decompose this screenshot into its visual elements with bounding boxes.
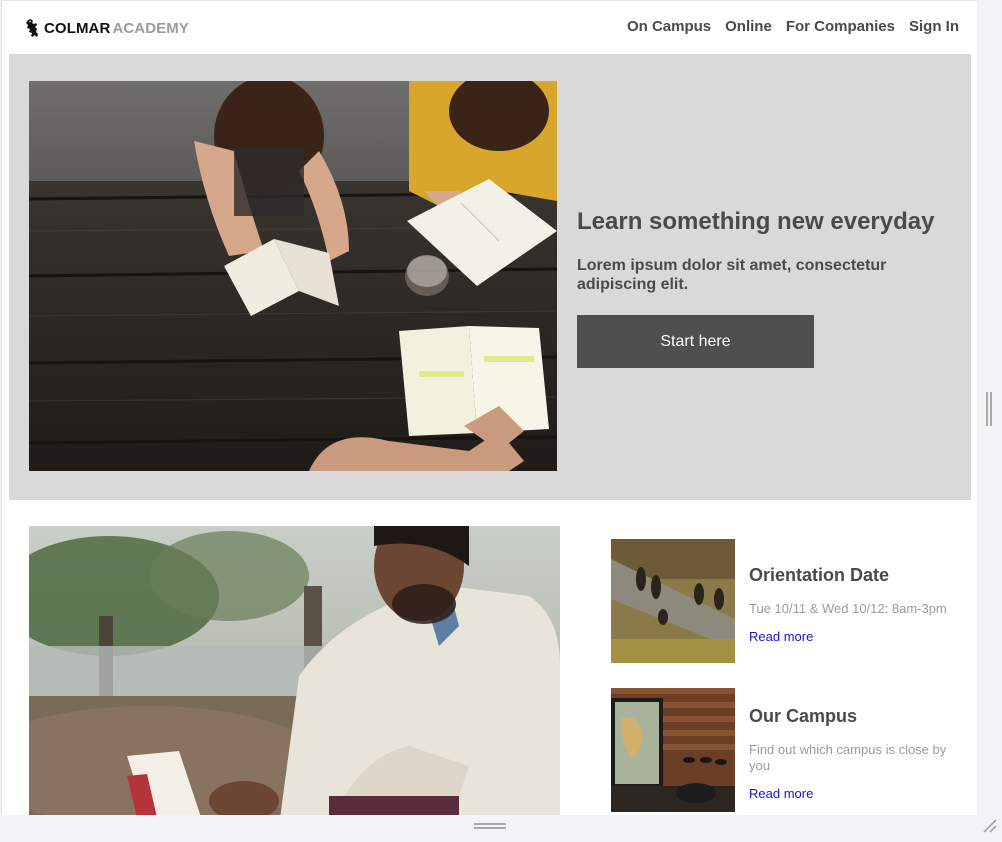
logo-text-secondary: ACADEMY [112, 19, 189, 37]
page-viewport: COLMAR ACADEMY On Campus Online For Compa… [1, 0, 977, 815]
campus-interior-photo [611, 688, 735, 812]
people-walking-photo [611, 539, 735, 663]
campus-card: Our Campus Find out which campus is clos… [611, 688, 951, 812]
hero-title: Learn something new everyday [577, 208, 935, 235]
resize-grip-icon[interactable] [982, 818, 998, 834]
orientation-read-more-link[interactable]: Read more [749, 629, 813, 644]
orientation-card-description: Tue 10/11 & Wed 10/12: 8am-3pm [749, 601, 947, 616]
site-logo[interactable]: COLMAR ACADEMY [24, 17, 189, 39]
man-reading-photo [29, 526, 560, 815]
orientation-card-body: Orientation Date Tue 10/11 & Wed 10/12: … [749, 539, 959, 646]
nav-link-sign-in[interactable]: Sign In [909, 18, 959, 35]
hero-text-block: Learn something new everyday Lorem ipsum… [577, 208, 957, 295]
hero-subtitle: Lorem ipsum dolor sit amet, consectetur … [577, 256, 887, 294]
campus-card-title: Our Campus [749, 706, 858, 726]
campus-read-more-link[interactable]: Read more [749, 786, 813, 801]
nav-link-online[interactable]: Online [725, 18, 772, 35]
orientation-card-title: Orientation Date [749, 565, 890, 585]
campus-card-description: Find out which campus is close by you [749, 742, 947, 774]
hero-image [29, 81, 557, 471]
logo-text-primary: COLMAR [44, 19, 111, 37]
nav-link-for-companies[interactable]: For Companies [786, 18, 895, 35]
students-studying-photo [29, 81, 557, 471]
start-here-button[interactable]: Start here [577, 315, 814, 368]
nav-link-on-campus[interactable]: On Campus [627, 18, 711, 35]
orientation-card: Orientation Date Tue 10/11 & Wed 10/12: … [611, 539, 951, 663]
horizontal-scrollbar-handle[interactable] [474, 823, 506, 831]
site-header: COLMAR ACADEMY On Campus Online For Compa… [2, 1, 977, 55]
vertical-scrollbar-handle[interactable] [985, 392, 993, 426]
orientation-card-image [611, 539, 735, 663]
campus-card-body: Our Campus Find out which campus is clos… [749, 688, 959, 803]
campus-card-image [611, 688, 735, 812]
hero-section: Learn something new everyday Lorem ipsum… [9, 54, 971, 500]
lion-rampant-icon [26, 19, 38, 37]
main-nav: On Campus Online For Companies Sign In [627, 18, 959, 35]
feature-image [29, 526, 560, 815]
